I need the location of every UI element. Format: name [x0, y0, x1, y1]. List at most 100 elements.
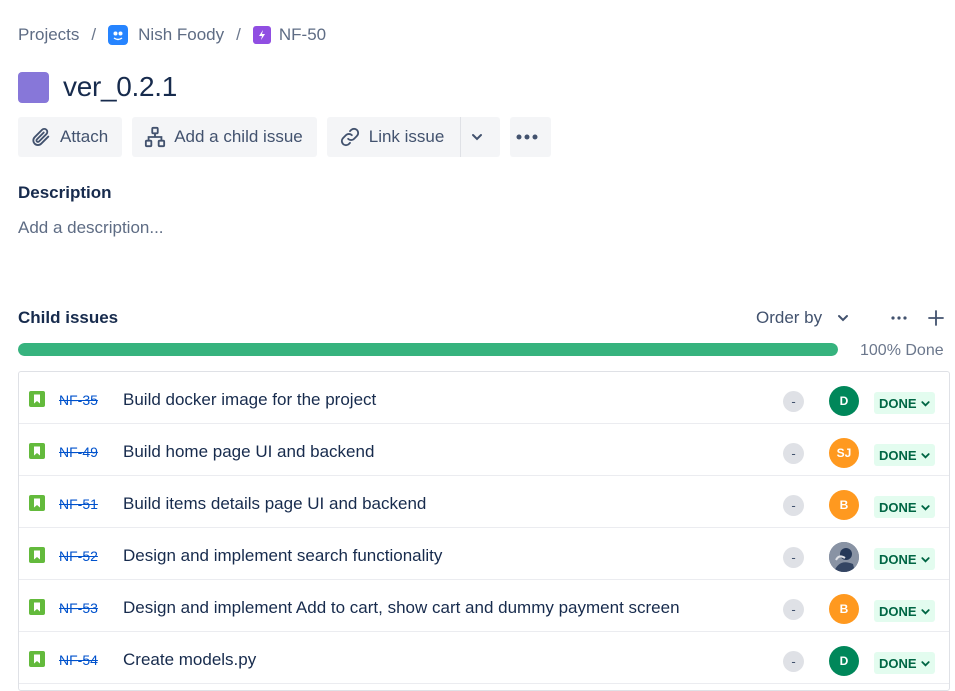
- assignee-avatar[interactable]: B: [829, 490, 859, 520]
- table-row[interactable]: NF-49 Build home page UI and backend - S…: [19, 424, 949, 476]
- story-bookmark-icon: [29, 495, 45, 511]
- order-by-label: Order by: [756, 308, 823, 327]
- status-label: DONE: [879, 551, 917, 567]
- attach-label: Attach: [60, 127, 109, 146]
- status-label: DONE: [879, 603, 917, 619]
- user-photo-icon: [829, 542, 859, 572]
- link-issue-dropdown-button[interactable]: [460, 117, 501, 157]
- plus-icon: [928, 310, 944, 326]
- assignee-initials: D: [839, 654, 849, 668]
- table-row[interactable]: NF-54 Create models.py - D DONE: [19, 632, 949, 684]
- status-dropdown[interactable]: DONE: [874, 600, 935, 622]
- assignee-avatar[interactable]: B: [829, 594, 859, 624]
- status-dropdown[interactable]: DONE: [874, 444, 935, 466]
- issue-key-link[interactable]: NF-51: [59, 496, 98, 512]
- priority-badge[interactable]: -: [783, 599, 804, 620]
- assignee-avatar[interactable]: [829, 542, 859, 572]
- add-child-issue-plus-button[interactable]: [926, 306, 946, 330]
- chevron-down-icon: [838, 315, 849, 322]
- link-issue-button[interactable]: Link issue: [326, 117, 461, 157]
- progress-bar-fill: [18, 343, 838, 356]
- assignee-avatar[interactable]: D: [829, 386, 859, 416]
- priority-badge[interactable]: -: [783, 547, 804, 568]
- add-child-issue-button[interactable]: Add a child issue: [132, 117, 317, 157]
- link-icon: [340, 127, 359, 147]
- issue-toolbar: Attach Add a child issue Link issue: [18, 117, 561, 157]
- status-dropdown[interactable]: DONE: [874, 392, 935, 414]
- table-row[interactable]: NF-35 Build docker image for the project…: [19, 372, 949, 424]
- status-dropdown[interactable]: DONE: [874, 548, 935, 570]
- description-field[interactable]: Add a description...: [18, 218, 164, 238]
- status-label: DONE: [879, 447, 917, 463]
- assignee-initials: SJ: [836, 446, 852, 460]
- priority-badge[interactable]: -: [783, 495, 804, 516]
- breadcrumb-separator: /: [236, 25, 241, 44]
- issue-key-link[interactable]: NF-35: [59, 392, 98, 408]
- project-avatar-icon: [108, 25, 129, 45]
- epic-lightning-icon: [252, 26, 271, 44]
- assignee-initials: B: [839, 498, 849, 512]
- issue-summary[interactable]: Design and implement Add to cart, show c…: [123, 598, 680, 618]
- table-row[interactable]: NF-52 Design and implement search functi…: [19, 528, 949, 580]
- priority-badge[interactable]: -: [783, 651, 804, 672]
- status-dropdown[interactable]: DONE: [874, 496, 935, 518]
- issue-key-link[interactable]: NF-54: [59, 652, 98, 668]
- status-dropdown[interactable]: DONE: [874, 652, 935, 674]
- table-row[interactable]: NF-53 Design and implement Add to cart, …: [19, 580, 949, 632]
- issue-key-link[interactable]: NF-52: [59, 548, 98, 564]
- more-actions-button[interactable]: [510, 117, 552, 157]
- issue-color-swatch[interactable]: [18, 71, 49, 103]
- story-bookmark-icon: [29, 547, 45, 563]
- issue-title-row: ver_0.2.1: [18, 70, 177, 104]
- breadcrumb-separator: /: [91, 25, 97, 44]
- issue-summary[interactable]: Design and implement search functionalit…: [123, 546, 442, 566]
- story-bookmark-icon: [29, 651, 45, 667]
- child-issues-progress-bar: [18, 343, 838, 356]
- breadcrumb-projects-link[interactable]: Projects: [18, 25, 79, 45]
- chevron-down-icon: [471, 134, 482, 141]
- link-issue-label: Link issue: [368, 127, 445, 146]
- story-bookmark-icon: [29, 599, 45, 615]
- issue-title[interactable]: ver_0.2.1: [63, 71, 177, 103]
- priority-badge[interactable]: -: [783, 391, 804, 412]
- chevron-down-icon: [920, 608, 930, 615]
- paperclip-icon: [32, 127, 50, 146]
- issue-key-link[interactable]: NF-53: [59, 600, 98, 616]
- chevron-down-icon: [920, 556, 930, 563]
- status-label: DONE: [879, 499, 917, 515]
- assignee-initials: B: [839, 602, 849, 616]
- issue-summary[interactable]: Build items details page UI and backend: [123, 494, 426, 514]
- issue-key-link[interactable]: NF-49: [59, 444, 98, 460]
- child-issues-header: Child issues Order by: [18, 306, 950, 330]
- breadcrumb-epic-link[interactable]: NF-50: [252, 25, 327, 45]
- story-bookmark-icon: [29, 443, 45, 459]
- progress-label: 100% Done: [860, 342, 944, 359]
- add-child-issue-label: Add a child issue: [174, 127, 303, 146]
- story-bookmark-icon: [29, 391, 45, 407]
- status-label: DONE: [879, 655, 917, 671]
- more-horizontal-icon: [891, 316, 907, 320]
- chevron-down-icon: [920, 400, 930, 407]
- attach-button[interactable]: Attach: [18, 117, 123, 157]
- child-issues-list: NF-35 Build docker image for the project…: [18, 371, 950, 691]
- table-row[interactable]: NF-51 Build items details page UI and ba…: [19, 476, 949, 528]
- issue-summary[interactable]: Build home page UI and backend: [123, 442, 374, 462]
- order-by-button[interactable]: Order by: [756, 306, 850, 330]
- issue-summary[interactable]: Create models.py: [123, 650, 256, 670]
- child-issues-heading: Child issues: [18, 308, 119, 327]
- hierarchy-icon: [145, 126, 166, 148]
- breadcrumb-epic-key: NF-50: [278, 25, 327, 44]
- description-label: Description: [18, 183, 112, 202]
- child-issues-more-button[interactable]: [889, 306, 909, 330]
- more-horizontal-icon: [516, 134, 538, 140]
- breadcrumb-project-label: Nish Foody: [138, 25, 225, 44]
- breadcrumb: Projects / Nish Foody / NF-50: [18, 22, 326, 48]
- breadcrumb-project-link[interactable]: Nish Foody: [108, 25, 224, 45]
- assignee-initials: D: [839, 394, 849, 408]
- chevron-down-icon: [920, 660, 930, 667]
- assignee-avatar[interactable]: SJ: [829, 438, 859, 468]
- chevron-down-icon: [920, 504, 930, 511]
- issue-summary[interactable]: Build docker image for the project: [123, 390, 376, 410]
- priority-badge[interactable]: -: [783, 443, 804, 464]
- chevron-down-icon: [920, 452, 930, 459]
